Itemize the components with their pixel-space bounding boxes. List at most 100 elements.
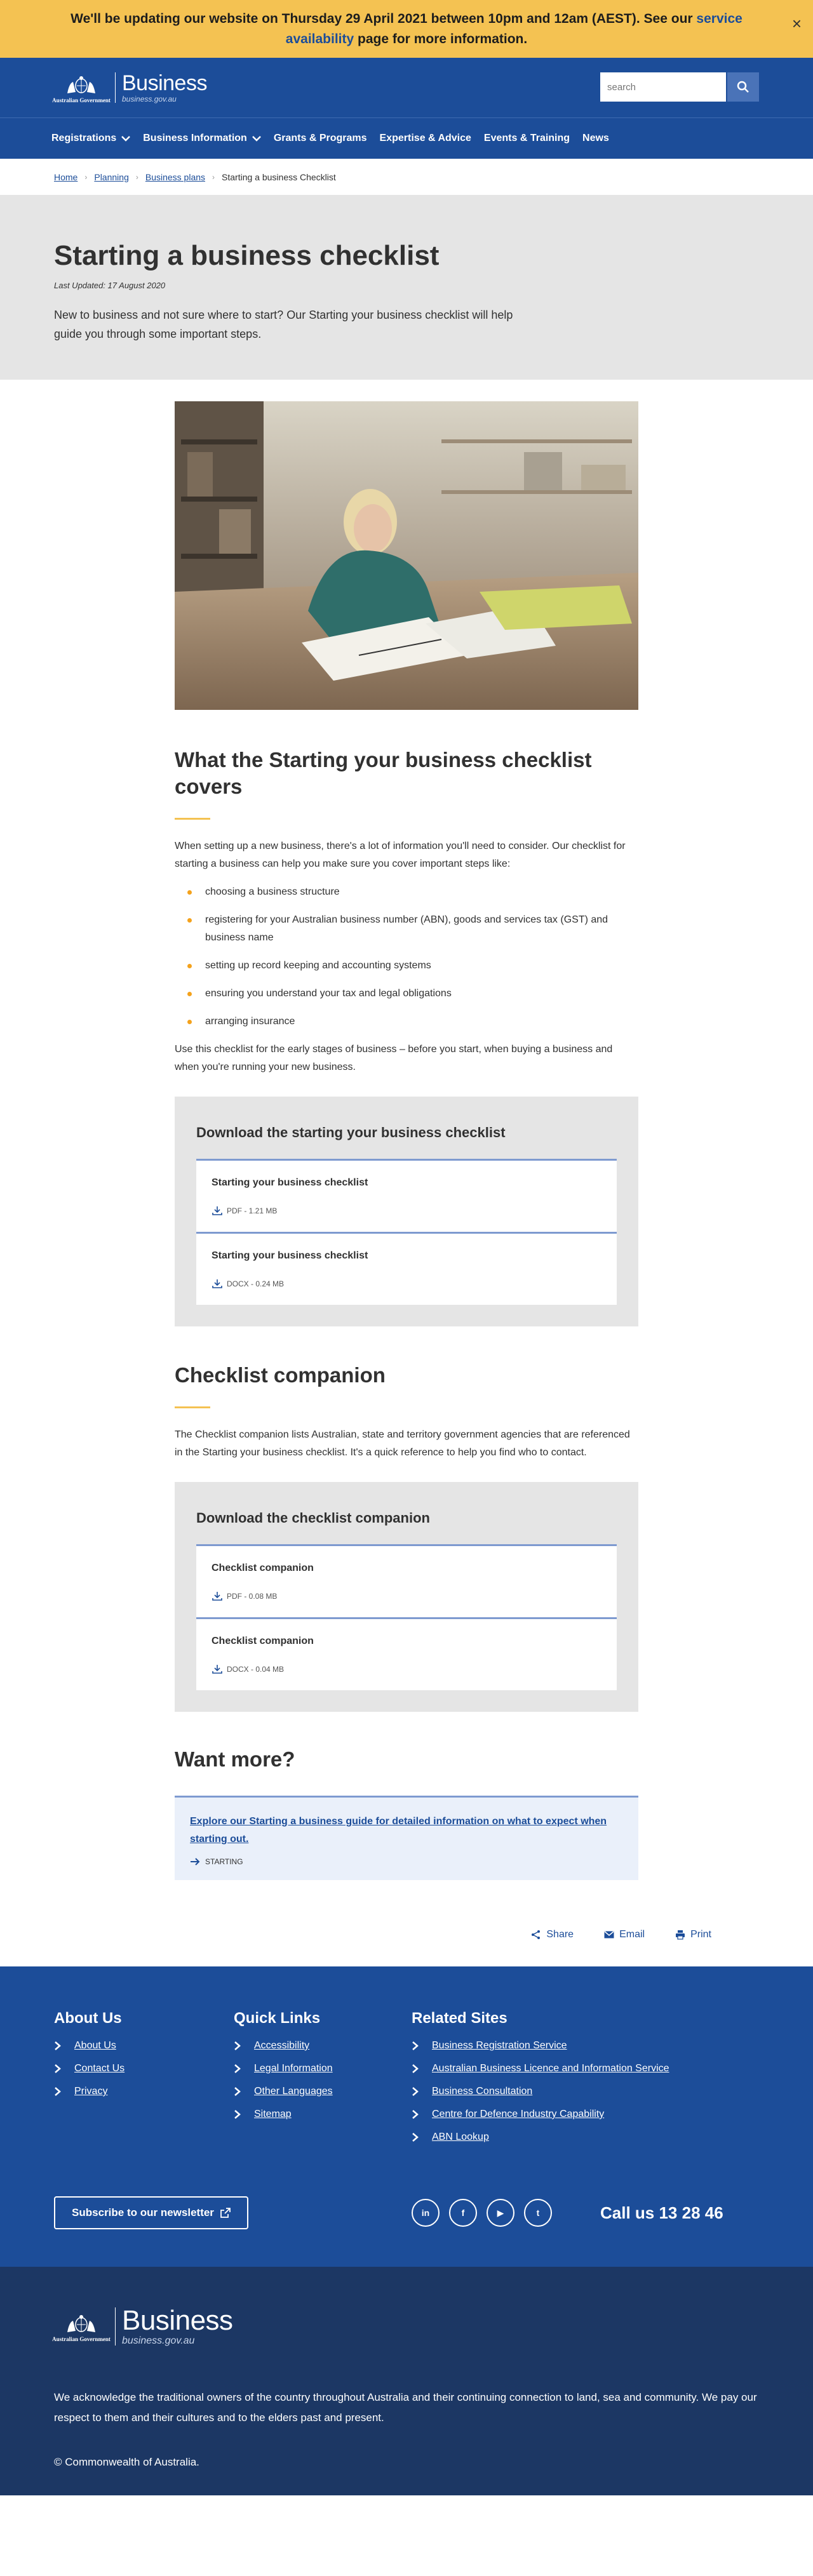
subscribe-newsletter-button[interactable]: Subscribe to our newsletter [54, 2196, 248, 2229]
chevron-right-icon [412, 2133, 419, 2142]
download-icon [212, 1279, 222, 1288]
download-item-pdf[interactable]: Starting your business checklist PDF - 1… [196, 1159, 617, 1232]
logo-divider [115, 2307, 116, 2346]
twitter-icon[interactable]: t [524, 2199, 552, 2227]
facebook-icon[interactable]: f [449, 2199, 477, 2227]
checklist-steps-list: choosing a business structure registerin… [175, 883, 638, 1031]
download-item-docx[interactable]: Starting your business checklist DOCX - … [196, 1232, 617, 1305]
download-box-title: Download the checklist companion [196, 1510, 430, 1526]
footer-link-cdic[interactable]: Centre for Defence Industry Capability [432, 2109, 604, 2120]
gov-name: Australian Government [52, 97, 111, 103]
footer-heading: Quick Links [234, 2010, 321, 2027]
footer-link-other-languages[interactable]: Other Languages [254, 2086, 333, 2097]
breadcrumb-business-plans[interactable]: Business plans [145, 172, 205, 182]
footer-logo[interactable]: Australian Government Business business.… [52, 2305, 233, 2347]
file-meta: PDF - 0.08 MB [227, 1592, 278, 1601]
heading-underline [175, 818, 210, 820]
print-label: Print [690, 1929, 711, 1940]
search-button[interactable] [727, 72, 759, 102]
close-icon[interactable]: × [792, 14, 802, 34]
coat-of-arms-icon: Australian Government [52, 72, 111, 103]
search-input[interactable] [600, 72, 726, 102]
chevron-right-icon [234, 2064, 241, 2073]
download-checklist-box: Download the starting your business chec… [175, 1097, 638, 1326]
woman-writing-checklist-photo [175, 401, 638, 710]
heading-underline [175, 1406, 210, 1408]
footer-link-ablis[interactable]: Australian Business Licence and Informat… [432, 2063, 669, 2074]
section-outro: Use this checklist for the early stages … [175, 1044, 613, 1072]
nav-item-registrations[interactable]: Registrations [51, 133, 131, 144]
file-meta: DOCX - 0.04 MB [227, 1665, 285, 1674]
footer-link-about-us[interactable]: About Us [74, 2040, 116, 2052]
footer-link-abn-lookup[interactable]: ABN Lookup [432, 2132, 489, 2143]
download-icon [212, 1665, 222, 1674]
share-bar: Share Email Print [0, 1918, 813, 1951]
footer-link-sitemap[interactable]: Sitemap [254, 2109, 292, 2120]
list-item: ensuring you understand your tax and leg… [175, 985, 638, 1003]
share-button[interactable]: Share [531, 1929, 574, 1940]
site-logo[interactable]: Australian Government Business business.… [52, 71, 207, 103]
download-name: Checklist companion [212, 1563, 314, 1573]
nav-item-news[interactable]: News [582, 133, 609, 144]
search-form [600, 72, 759, 102]
chevron-right-icon [412, 2064, 419, 2073]
nav-item-events-training[interactable]: Events & Training [484, 133, 570, 144]
section-heading-checklist-covers: What the Starting your business checklis… [175, 748, 592, 798]
starting-business-guide-link[interactable]: Explore our Starting a business guide fo… [190, 1816, 607, 1845]
file-meta: DOCX - 0.24 MB [227, 1279, 285, 1288]
breadcrumb-planning[interactable]: Planning [94, 172, 129, 182]
youtube-icon[interactable]: ▶ [487, 2199, 514, 2227]
file-meta: PDF - 1.21 MB [227, 1206, 278, 1215]
footer-related-sites-column: Related Sites Business Registration Serv… [412, 2010, 669, 2154]
call-us-phone[interactable]: Call us 13 28 46 [600, 2203, 723, 2223]
footer-link-accessibility[interactable]: Accessibility [254, 2040, 309, 2052]
copyright: © Commonwealth of Australia. [54, 2456, 199, 2468]
chevron-right-icon [412, 2110, 419, 2119]
arrow-right-icon [191, 1858, 200, 1865]
linkedin-icon[interactable]: in [412, 2199, 440, 2227]
footer-link-contact-us[interactable]: Contact Us [74, 2063, 124, 2074]
download-name: Checklist companion [212, 1636, 314, 1646]
nav-item-grants-programs[interactable]: Grants & Programs [274, 133, 367, 144]
download-name: Starting your business checklist [212, 1177, 368, 1188]
alert-text: We'll be updating our website on Thursda… [38, 9, 775, 50]
chevron-down-icon [121, 136, 131, 142]
brand-name: Business [122, 71, 207, 95]
chevron-down-icon [252, 136, 261, 142]
breadcrumb-home[interactable]: Home [54, 172, 77, 182]
chevron-right-icon [412, 2041, 419, 2050]
page-title: Starting a business checklist [54, 240, 440, 271]
nav-item-expertise-advice[interactable]: Expertise & Advice [380, 133, 471, 144]
footer-acknowledgement: Australian Government Business business.… [0, 2267, 813, 2495]
breadcrumb-separator-icon: › [135, 172, 138, 182]
footer-about-column: About Us About Us Contact Us Privacy [54, 2010, 234, 2154]
print-button[interactable]: Print [675, 1929, 711, 1940]
download-box-title: Download the starting your business chec… [196, 1124, 506, 1140]
footer-link-business-consultation[interactable]: Business Consultation [432, 2086, 532, 2097]
last-updated: Last Updated: 17 August 2020 [54, 281, 166, 290]
subscribe-label: Subscribe to our newsletter [72, 2206, 214, 2219]
download-item-pdf[interactable]: Checklist companion PDF - 0.08 MB [196, 1544, 617, 1617]
nav-item-business-information[interactable]: Business Information [143, 133, 261, 144]
footer-heading: About Us [54, 2010, 122, 2027]
email-button[interactable]: Email [604, 1929, 645, 1940]
brand-name: Business [122, 2305, 233, 2336]
breadcrumb-separator-icon: › [212, 172, 215, 182]
topic-tag: STARTING [205, 1857, 243, 1866]
chevron-right-icon [55, 2087, 61, 2096]
chevron-right-icon [412, 2087, 419, 2096]
brand-domain: business.gov.au [122, 95, 177, 103]
list-item: choosing a business structure [175, 883, 638, 901]
main-content: What the Starting your business checklis… [175, 380, 638, 1880]
logo-divider [115, 72, 116, 103]
footer-heading: Related Sites [412, 2010, 507, 2027]
breadcrumb: Home › Planning › Business plans › Start… [0, 159, 813, 196]
footer-link-business-registration-service[interactable]: Business Registration Service [432, 2040, 567, 2052]
list-item: registering for your Australian business… [175, 911, 638, 947]
download-item-docx[interactable]: Checklist companion DOCX - 0.04 MB [196, 1617, 617, 1690]
footer-link-legal-information[interactable]: Legal Information [254, 2063, 333, 2074]
list-item: arranging insurance [175, 1013, 638, 1031]
footer-link-privacy[interactable]: Privacy [74, 2086, 107, 2097]
related-guide-card: Explore our Starting a business guide fo… [175, 1796, 638, 1880]
breadcrumb-separator-icon: › [84, 172, 88, 182]
